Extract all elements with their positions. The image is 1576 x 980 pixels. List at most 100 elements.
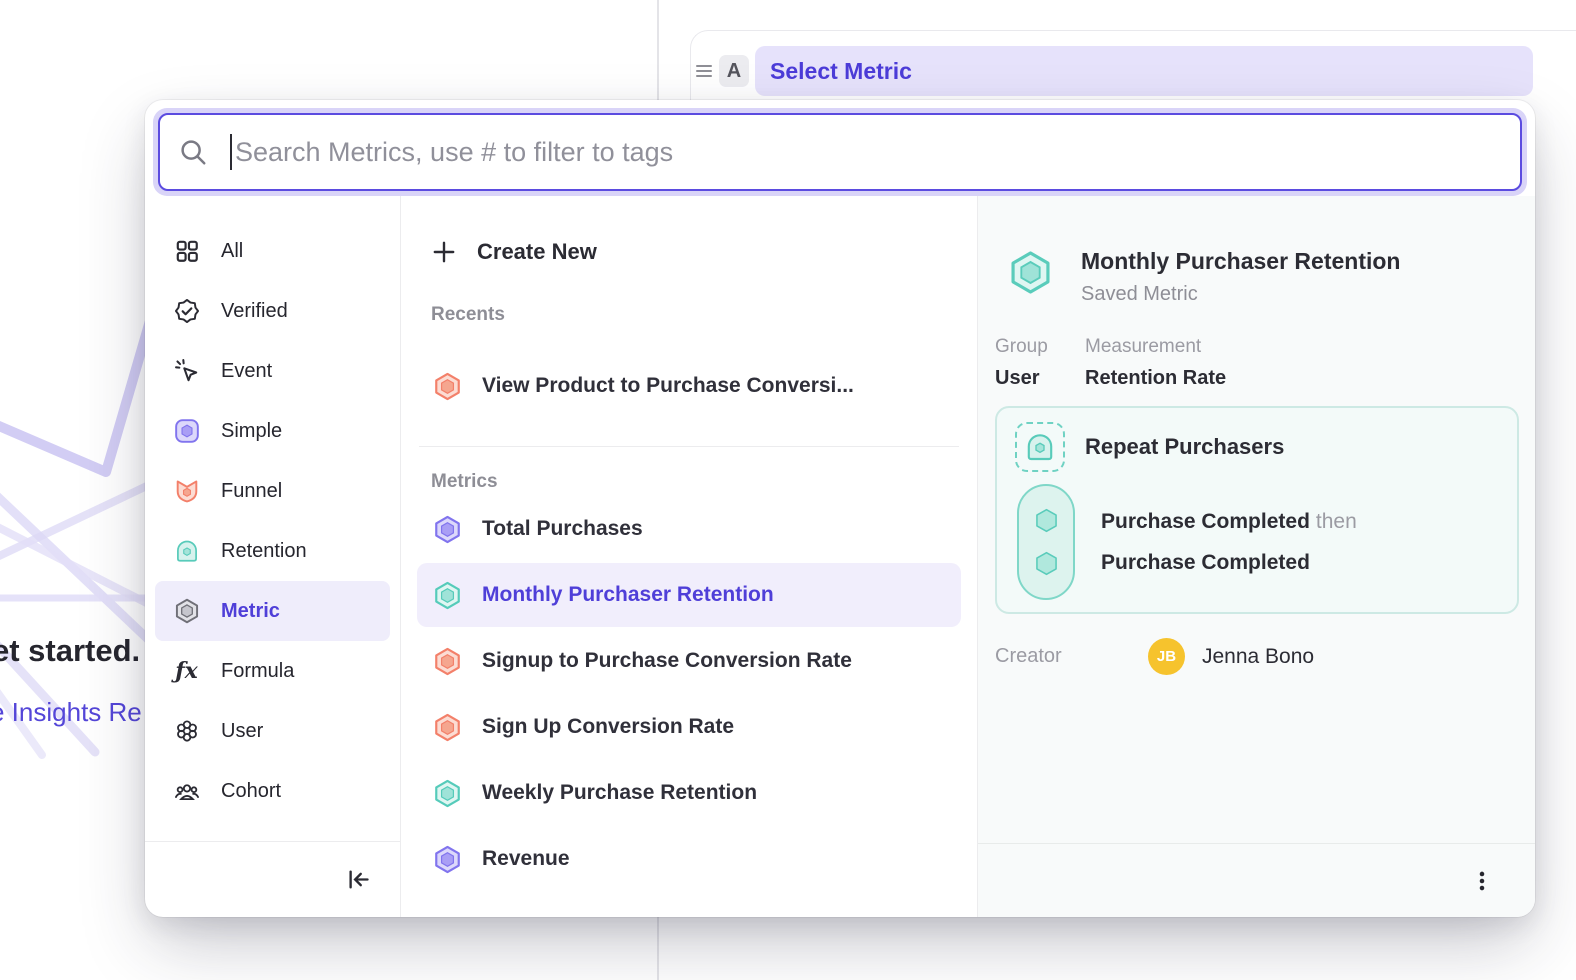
list-item-weekly-purchase-retention[interactable]: Weekly Purchase Retention [417,761,961,825]
verified-badge-icon [173,298,200,325]
event-hexagon-icon [1033,550,1060,577]
more-options-button[interactable] [1469,868,1495,894]
retention-icon [173,538,200,565]
funnel-metric-icon [433,647,462,676]
sidebar-item-label: Retention [221,540,307,563]
text-cursor [230,134,232,170]
metric-list-panel: Create New Recents View Product to Purch… [400,196,978,917]
grid-icon [173,238,200,265]
creator-avatar: JB [1148,638,1185,675]
sidebar-item-label: Formula [221,660,294,683]
sidebar-item-user[interactable]: User [155,701,390,761]
list-item-label: Sign Up Conversion Rate [482,715,734,739]
sidebar-item-label: Simple [221,420,282,443]
metric-letter-badge[interactable]: A [719,55,749,87]
list-item-label: Revenue [482,847,570,871]
collapse-sidebar-button[interactable] [345,866,372,893]
create-new-label: Create New [477,239,597,265]
detail-subtitle: Saved Metric [1081,283,1400,306]
sidebar-item-all[interactable]: All [155,221,390,281]
section-label-recents: Recents [431,304,947,330]
definition-card: Repeat Purchasers [995,406,1519,614]
sidebar-item-label: Cohort [221,780,281,803]
search-focus-ring [153,108,1527,196]
drag-handle-icon[interactable] [693,60,715,82]
search-icon [178,137,208,167]
detail-header: Monthly Purchaser Retention Saved Metric [1008,248,1505,306]
meta-label-measurement: Measurement [1085,336,1226,358]
sidebar-item-cohort[interactable]: Cohort [155,761,390,821]
background-insights-link-fragment[interactable]: e Insights Re [0,697,142,728]
background-heading-fragment: et started. [0,633,140,669]
detail-title: Monthly Purchaser Retention [1081,248,1400,275]
simple-metric-icon [433,515,462,544]
create-new-button[interactable]: Create New [401,224,977,280]
definition-step: Purchase Completedthen [1101,510,1357,534]
funnel-metric-icon [433,372,462,401]
definition-step: Purchase Completed [1101,551,1357,575]
detail-footer [978,843,1535,917]
select-metric-dropdown[interactable]: Select Metric [755,46,1533,96]
event-hexagon-icon [1033,507,1060,534]
cohort-icon [173,778,200,805]
list-item-monthly-purchaser-retention[interactable]: Monthly Purchaser Retention [417,563,961,627]
sidebar-item-retention[interactable]: Retention [155,521,390,581]
meta-value-group: User [995,367,1085,390]
metric-detail-panel: Monthly Purchaser Retention Saved Metric… [978,196,1535,917]
list-item-signup-to-purchase-conversion-rate[interactable]: Signup to Purchase Conversion Rate [417,629,961,693]
sidebar-item-label: All [221,240,243,263]
list-item-label: Total Purchases [482,517,643,541]
simple-metric-icon [173,418,200,445]
list-item-total-purchases[interactable]: Total Purchases [417,497,961,561]
creator-name: Jenna Bono [1202,645,1314,669]
plus-icon [431,239,457,265]
sidebar-item-label: User [221,720,263,743]
search-input[interactable] [235,137,1502,168]
retention-definition-icon [1015,422,1065,472]
list-item-recent-funnel[interactable]: View Product to Purchase Conversi... [417,354,961,418]
creator-label: Creator [995,645,1148,668]
sidebar-item-formula[interactable]: ƒx Formula [155,641,390,701]
sidebar-footer [145,841,400,917]
retention-metric-icon [433,779,462,808]
sidebar-item-simple[interactable]: Simple [155,401,390,461]
sidebar-item-label: Funnel [221,480,282,503]
meta-label-group: Group [995,336,1085,358]
sidebar-item-verified[interactable]: Verified [155,281,390,341]
list-item-label: Weekly Purchase Retention [482,781,757,805]
category-sidebar: All Verified [145,196,400,917]
sidebar-item-label: Event [221,360,272,383]
sidebar-item-event[interactable]: Event [155,341,390,401]
list-item-label: Signup to Purchase Conversion Rate [482,649,852,673]
list-item-label: View Product to Purchase Conversi... [482,374,854,398]
sidebar-item-label: Verified [221,300,288,323]
screen: et started. e Insights Re A Select Metri… [0,0,1576,980]
list-item-sign-up-conversion-rate[interactable]: Sign Up Conversion Rate [417,695,961,759]
kebab-menu-icon [1469,868,1495,894]
sidebar-item-label: Metric [221,600,280,623]
step-connector: then [1316,510,1357,533]
section-label-metrics: Metrics [431,471,947,497]
funnel-metric-icon [433,713,462,742]
user-cluster-icon [173,718,200,745]
sidebar-item-metric[interactable]: Metric [155,581,390,641]
retention-metric-icon [433,581,462,610]
list-divider [419,446,959,447]
formula-icon: ƒx [173,658,200,685]
metric-hexagon-icon [173,598,200,625]
meta-value-measurement: Retention Rate [1085,367,1226,390]
funnel-icon [173,478,200,505]
creator-row: Creator JB Jenna Bono [995,638,1535,675]
retention-metric-icon-large [1008,250,1053,295]
list-item-label: Monthly Purchaser Retention [482,583,774,607]
event-sequence-capsule [1017,484,1075,600]
cursor-click-icon [173,358,200,385]
metric-picker-modal: All Verified [145,100,1535,917]
detail-meta: Group User Measurement Retention Rate [995,336,1535,390]
list-item-revenue[interactable]: Revenue [417,827,961,891]
sidebar-item-funnel[interactable]: Funnel [155,461,390,521]
definition-title: Repeat Purchasers [1085,434,1284,460]
search-box[interactable] [158,113,1522,191]
select-metric-label: Select Metric [770,58,912,85]
simple-metric-icon [433,845,462,874]
